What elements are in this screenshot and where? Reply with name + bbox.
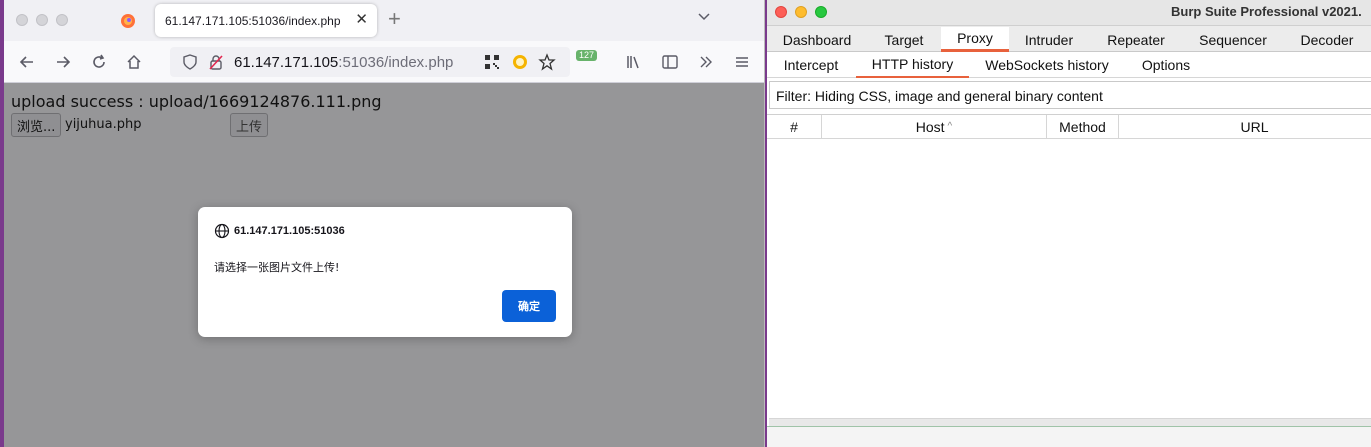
subtab-options[interactable]: Options (1131, 52, 1201, 78)
burp-main-tabs: Dashboard Target Proxy Intruder Repeater… (767, 27, 1371, 52)
tab-sequencer[interactable]: Sequencer (1183, 27, 1283, 52)
http-history-table: # Host ^ Method URL (767, 114, 1371, 419)
selected-file-name: yijuhua.php (65, 117, 142, 132)
burp-suite-window: Burp Suite Professional v2021. Dashboard… (767, 0, 1371, 447)
burp-close-button[interactable] (775, 6, 787, 18)
browse-file-button[interactable]: 浏览... (11, 113, 62, 137)
burp-minimize-button[interactable] (795, 6, 807, 18)
column-header-number[interactable]: # (767, 115, 822, 139)
burp-zoom-button[interactable] (815, 6, 827, 18)
home-icon[interactable] (124, 52, 144, 72)
upload-status-message: upload success : upload/1669124876.111.p… (11, 92, 382, 111)
tab-target[interactable]: Target (867, 27, 941, 52)
overflow-chevrons-icon[interactable] (696, 52, 716, 72)
subtab-websockets-history[interactable]: WebSockets history (973, 52, 1121, 78)
reload-icon[interactable] (89, 52, 109, 72)
nav-toolbar: 61.147.171.105:51036/index.php 127 (4, 41, 764, 83)
library-icon[interactable] (624, 52, 644, 72)
browser-tab-active[interactable]: 61.147.171.105:51036/index.php ✕ (155, 4, 377, 37)
sidebar-icon[interactable] (660, 52, 680, 72)
chevron-down-icon[interactable] (696, 8, 716, 28)
burp-title-bar: Burp Suite Professional v2021. (767, 0, 1371, 26)
tracking-shield-icon[interactable] (180, 52, 200, 72)
tab-proxy[interactable]: Proxy (941, 27, 1009, 52)
tab-dashboard[interactable]: Dashboard (767, 27, 867, 52)
url-bar[interactable]: 61.147.171.105:51036/index.php (170, 47, 570, 77)
tab-decoder[interactable]: Decoder (1283, 27, 1371, 52)
column-header-method[interactable]: Method (1047, 115, 1119, 139)
window-minimize-button[interactable] (36, 14, 48, 26)
url-path: :51036/index.php (338, 54, 454, 71)
dialog-message: 请选择一张图片文件上传! (214, 261, 340, 274)
page-content: upload success : upload/1669124876.111.p… (4, 83, 764, 447)
tab-repeater[interactable]: Repeater (1089, 27, 1183, 52)
firefox-window: 61.147.171.105:51036/index.php ✕ + 61.14… (4, 0, 765, 447)
dialog-origin: 61.147.171.105:51036 (234, 225, 345, 237)
filter-text: Filter: Hiding CSS, image and general bi… (776, 88, 1103, 104)
extension-badge-count: 127 (576, 50, 598, 61)
url-text: 61.147.171.105:51036/index.php (234, 54, 453, 71)
sort-ascending-icon: ^ (947, 121, 953, 132)
proxy-sub-tabs: Intercept HTTP history WebSockets histor… (767, 52, 1371, 78)
firefox-view-icon[interactable] (118, 11, 138, 31)
http-history-panel: Filter: Hiding CSS, image and general bi… (767, 78, 1371, 447)
alert-dialog: 61.147.171.105:51036 请选择一张图片文件上传! 确定 (198, 207, 572, 337)
close-tab-icon[interactable]: ✕ (355, 10, 368, 28)
upload-button[interactable]: 上传 (230, 113, 269, 137)
url-host: 61.147.171.105 (234, 54, 339, 71)
tab-intruder[interactable]: Intruder (1009, 27, 1089, 52)
window-zoom-button[interactable] (56, 14, 68, 26)
window-close-button[interactable] (16, 14, 28, 26)
insecure-lock-icon[interactable] (206, 52, 226, 72)
column-header-host-label: Host (915, 118, 945, 135)
subtab-http-history[interactable]: HTTP history (856, 52, 969, 78)
extension-coin-icon[interactable] (510, 52, 530, 72)
column-header-url[interactable]: URL (1119, 115, 1371, 139)
horizontal-scrollbar[interactable] (769, 418, 1371, 426)
new-tab-button[interactable]: + (388, 6, 401, 32)
qr-code-icon[interactable] (482, 52, 502, 72)
subtab-intercept[interactable]: Intercept (767, 52, 855, 78)
tab-title: 61.147.171.105:51036/index.php (165, 14, 341, 28)
column-header-host[interactable]: Host ^ (822, 115, 1047, 139)
back-icon[interactable] (17, 52, 37, 72)
filter-bar[interactable]: Filter: Hiding CSS, image and general bi… (769, 81, 1371, 109)
bookmark-star-icon[interactable] (537, 52, 557, 72)
forward-icon[interactable] (53, 52, 73, 72)
extension-badge[interactable]: 127 (576, 50, 600, 74)
menu-icon[interactable] (732, 52, 752, 72)
burp-title: Burp Suite Professional v2021. (1171, 4, 1362, 19)
globe-icon (214, 223, 230, 239)
dialog-ok-button[interactable]: 确定 (502, 290, 556, 322)
tab-bar: 61.147.171.105:51036/index.php ✕ + (4, 0, 764, 41)
detail-pane-divider[interactable] (767, 426, 1371, 447)
